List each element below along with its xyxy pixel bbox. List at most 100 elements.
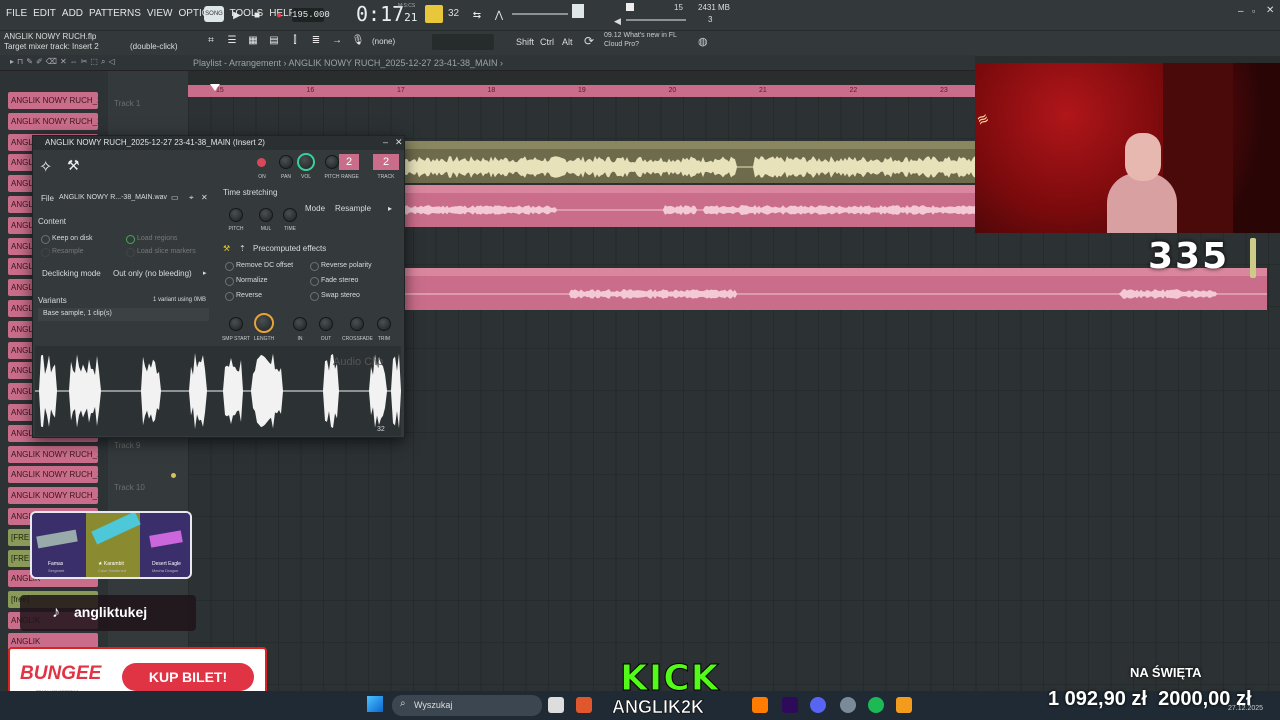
- song-mode-toggle[interactable]: SONG: [204, 6, 224, 22]
- channel-rack-icon[interactable]: ▤: [267, 33, 281, 47]
- spotify-icon[interactable]: [868, 697, 884, 713]
- track-label[interactable]: Track 10: [114, 483, 145, 492]
- mode-select[interactable]: Resample: [335, 204, 371, 213]
- volume-knob[interactable]: [297, 153, 315, 171]
- window-minimize-icon[interactable]: –: [383, 137, 388, 147]
- browser-icon[interactable]: ≣: [309, 33, 323, 47]
- pitch-knob[interactable]: [325, 155, 339, 169]
- range-value[interactable]: 2: [339, 154, 359, 170]
- sample-list-item[interactable]: ANGLIK NOWY RUCH_2025: [8, 445, 98, 463]
- fade-stereo-check[interactable]: [310, 277, 319, 286]
- magnet-icon[interactable]: ⊓: [17, 57, 23, 67]
- delete-icon[interactable]: ⌫: [46, 57, 57, 67]
- buy-ticket-button[interactable]: KUP BILET!: [122, 663, 254, 691]
- snap-icon[interactable]: ⇆: [470, 8, 484, 22]
- reverse-polarity-check[interactable]: [310, 262, 319, 271]
- arrow-up-icon[interactable]: ⇡: [239, 244, 246, 253]
- zoom-value[interactable]: 32: [377, 426, 385, 433]
- pattern-mode-button[interactable]: [425, 5, 443, 23]
- track-label[interactable]: Track 9: [114, 441, 140, 450]
- news-panel[interactable]: 09.12 What's new in FL Cloud Pro?: [604, 31, 677, 49]
- news-icon[interactable]: ⟳: [584, 34, 594, 48]
- load-regions-check[interactable]: [126, 235, 135, 244]
- premiere-icon[interactable]: [782, 697, 798, 713]
- master-pitch-handle[interactable]: [572, 4, 584, 18]
- task-view-icon[interactable]: [548, 697, 564, 713]
- slice-icon[interactable]: ✂: [81, 57, 88, 67]
- snap-tool-icon[interactable]: ⌗: [204, 33, 218, 47]
- channel-on-led[interactable]: [257, 158, 266, 167]
- sample-start-knob[interactable]: [229, 317, 243, 331]
- master-volume-slider[interactable]: [512, 13, 568, 15]
- preset-field[interactable]: [432, 34, 494, 50]
- ts-time-knob[interactable]: [283, 208, 297, 222]
- taskbar-search[interactable]: Wyszukaj: [392, 695, 542, 716]
- resample-check[interactable]: [41, 248, 50, 257]
- alt-key[interactable]: Alt: [562, 37, 573, 47]
- minimize-icon[interactable]: –: [1238, 6, 1244, 17]
- normalize-check[interactable]: [225, 277, 234, 286]
- locate-icon[interactable]: ⌖: [189, 193, 194, 203]
- maximize-icon[interactable]: ▫: [1252, 6, 1255, 16]
- declicking-select[interactable]: Out only (no bleeding): [113, 269, 192, 278]
- clip-header[interactable]: [405, 141, 975, 149]
- swap-stereo-check[interactable]: [310, 292, 319, 301]
- track-mute-led[interactable]: [171, 473, 176, 478]
- stop-button[interactable]: ■: [250, 8, 264, 22]
- menu-view[interactable]: VIEW: [147, 8, 173, 19]
- out-knob[interactable]: [319, 317, 333, 331]
- speaker-icon[interactable]: ◀: [614, 16, 621, 27]
- window-close-icon[interactable]: ✕: [395, 137, 403, 148]
- load-slice-check[interactable]: [126, 248, 135, 257]
- zoom-icon[interactable]: ⌕: [101, 57, 105, 67]
- reverse-check[interactable]: [225, 292, 234, 301]
- shift-key[interactable]: Shift: [516, 37, 534, 47]
- mode-chevron-icon[interactable]: ▸: [388, 204, 392, 213]
- metronome-icon[interactable]: ⋀: [492, 8, 506, 22]
- keep-on-disk-check[interactable]: [41, 235, 50, 244]
- sample-list-item[interactable]: ANGLIK NOWY RUCH_2025: [8, 466, 98, 484]
- ts-mul-knob[interactable]: [259, 208, 273, 222]
- playhead-marker[interactable]: [210, 84, 220, 91]
- start-icon[interactable]: [367, 696, 383, 712]
- select-icon[interactable]: ⬚: [90, 57, 98, 67]
- mixer-track-value[interactable]: 2: [373, 154, 399, 170]
- ts-pitch-knob[interactable]: [229, 208, 243, 222]
- mute-icon[interactable]: ✕: [60, 57, 67, 67]
- sample-settings-tab-icon[interactable]: ✧: [39, 157, 52, 177]
- sample-list-item[interactable]: ANGLIK NOWY RUCH_2025: [8, 92, 98, 109]
- breadcrumb[interactable]: Playlist - Arrangement › ANGLIK NOWY RUC…: [193, 58, 503, 68]
- window-title[interactable]: ANGLIK NOWY RUCH_2025-12-27 23-41-38_MAI…: [33, 136, 404, 150]
- brave-icon[interactable]: [576, 697, 592, 713]
- menu-edit[interactable]: EDIT: [33, 8, 56, 19]
- discord-icon[interactable]: [810, 697, 826, 713]
- tempo-display[interactable]: 195.000: [292, 8, 330, 22]
- record-button[interactable]: ●: [272, 8, 286, 22]
- globe-icon[interactable]: ◍: [698, 35, 708, 48]
- trim-knob[interactable]: [377, 317, 391, 331]
- wrench-tab-icon[interactable]: ⚒: [67, 157, 80, 174]
- mixer-icon[interactable]: ⫿: [288, 33, 302, 47]
- variant-row[interactable]: Base sample, 1 clip(s): [38, 308, 209, 321]
- menu-patterns[interactable]: PATTERNS: [89, 8, 141, 19]
- playlist-menu-icon[interactable]: ▸: [10, 57, 14, 67]
- ctrl-key[interactable]: Ctrl: [540, 37, 554, 47]
- length-knob[interactable]: [254, 313, 274, 333]
- play-button[interactable]: ▶: [230, 8, 244, 22]
- menu-add[interactable]: ADD: [62, 8, 83, 19]
- pencil-icon[interactable]: ✎: [26, 57, 33, 67]
- sample-list-item[interactable]: ANGLIK NOWY RUCH_2025: [8, 487, 98, 505]
- brush-icon[interactable]: ✐: [36, 57, 43, 67]
- illustrator-icon[interactable]: [752, 697, 768, 713]
- remove-dc-check[interactable]: [225, 262, 234, 271]
- folder-icon[interactable]: ▭: [171, 193, 179, 202]
- crossfade-knob[interactable]: [350, 317, 364, 331]
- close-icon[interactable]: ✕: [1266, 5, 1274, 16]
- slip-icon[interactable]: ⇔: [70, 57, 78, 67]
- pattern-selector[interactable]: (none): [372, 37, 395, 46]
- playback-icon[interactable]: ◁: [108, 57, 114, 67]
- piano-roll-icon[interactable]: ▦: [246, 33, 260, 47]
- file-name[interactable]: ANGLIK NOWY R...-38_MAIN.wav: [59, 194, 167, 201]
- clip-header[interactable]: [405, 185, 975, 193]
- plugin-icon[interactable]: →: [330, 33, 344, 47]
